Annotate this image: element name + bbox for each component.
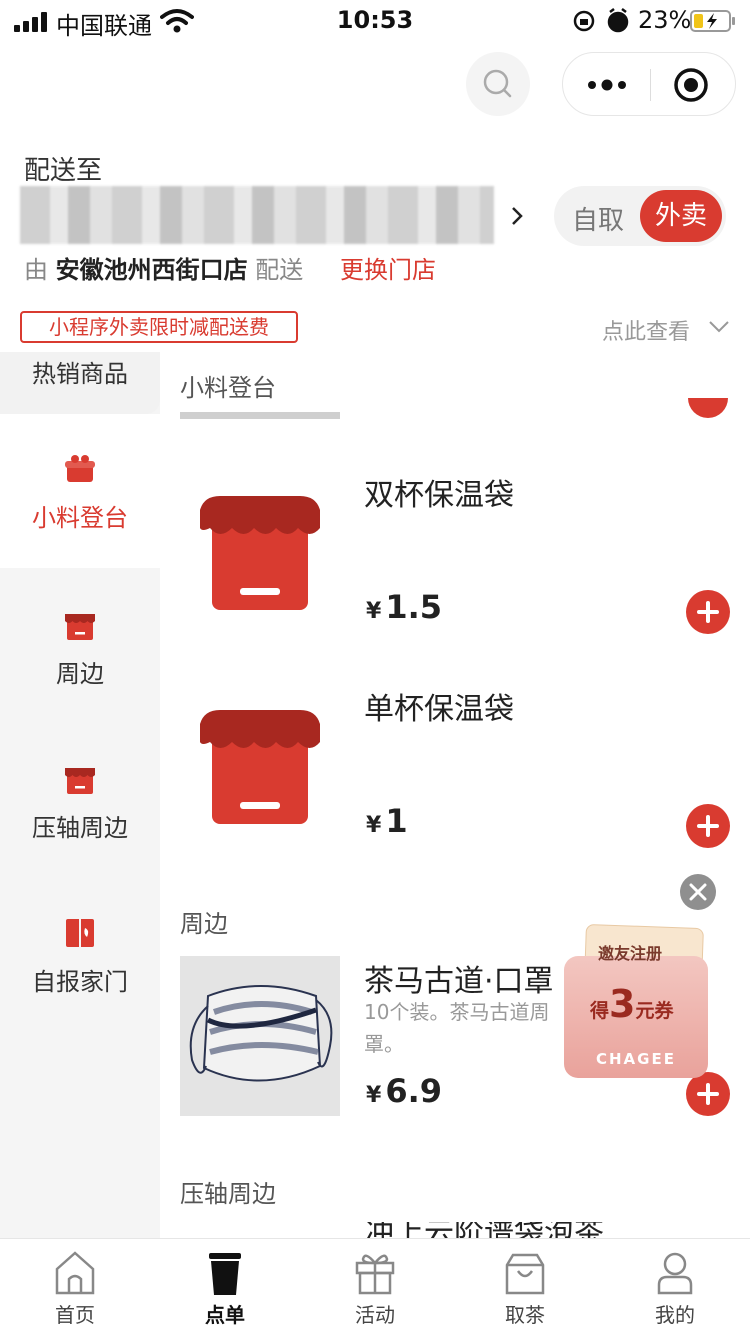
product-name-partial: 冲上云阶谱袋泡茶 bbox=[364, 1222, 614, 1238]
close-icon bbox=[689, 883, 707, 901]
home-icon bbox=[55, 1251, 95, 1295]
product-price: ¥6.9 bbox=[366, 1072, 442, 1110]
change-store-link[interactable]: 更换门店 bbox=[340, 250, 436, 285]
store-name: 安徽池州西街口店 bbox=[55, 256, 248, 284]
bag-icon bbox=[505, 1253, 545, 1295]
product-name[interactable]: 单杯保温袋 bbox=[364, 684, 514, 728]
store-prefix: 由 bbox=[24, 256, 48, 284]
shop-box-icon bbox=[65, 768, 95, 794]
view-more-link[interactable]: 点此查看 bbox=[602, 314, 690, 346]
shop-box-icon bbox=[65, 614, 95, 640]
close-miniprogram-icon[interactable] bbox=[673, 67, 709, 103]
tab-label: 活动 bbox=[355, 1303, 395, 1327]
miniprogram-capsule bbox=[562, 52, 736, 116]
gift-icon bbox=[355, 1254, 395, 1295]
chevron-down-icon[interactable] bbox=[708, 320, 730, 334]
tab-pickup[interactable]: 取茶 bbox=[450, 1239, 600, 1334]
tab-label: 首页 bbox=[55, 1303, 95, 1327]
sidebar-item-label: 压轴周边 bbox=[32, 814, 128, 842]
product-image-edge bbox=[180, 412, 340, 419]
brand-logo-text: CHAGEE bbox=[596, 1050, 676, 1068]
bottom-tab-bar: 首页 点单 活动 取茶 我的 bbox=[0, 1238, 750, 1334]
product-name[interactable]: 双杯保温袋 bbox=[364, 470, 514, 514]
currency-symbol: ¥ bbox=[366, 813, 382, 838]
tab-label: 我的 bbox=[655, 1303, 695, 1327]
tab-order[interactable]: 点单 bbox=[150, 1239, 300, 1334]
price-value: 1.5 bbox=[385, 588, 442, 626]
lock-alarm-icon bbox=[573, 8, 629, 33]
add-to-cart-button[interactable] bbox=[686, 590, 730, 634]
add-to-cart-button[interactable] bbox=[686, 804, 730, 848]
battery-icon bbox=[690, 10, 735, 32]
product-name[interactable]: 茶马古道·口罩 bbox=[364, 956, 554, 1000]
more-icon[interactable] bbox=[587, 77, 627, 93]
tab-label: 点单 bbox=[205, 1303, 245, 1327]
price-value: 1 bbox=[385, 802, 408, 840]
order-mode-toggle: 自取 外卖 bbox=[554, 186, 726, 246]
sidebar-item-about[interactable]: 自报家门 bbox=[0, 876, 160, 1030]
search-button[interactable] bbox=[466, 52, 530, 116]
product-price: ¥1.5 bbox=[366, 588, 442, 626]
product-price: ¥1 bbox=[366, 802, 408, 840]
store-suffix: 配送 bbox=[255, 256, 304, 284]
door-icon bbox=[66, 919, 94, 947]
close-popup-button[interactable] bbox=[680, 874, 716, 910]
sidebar-item-label: 小料登台 bbox=[32, 504, 128, 532]
coupon-title: 邀友注册 bbox=[598, 944, 663, 963]
store-info: 由 安徽池州西街口店 配送 bbox=[24, 250, 303, 285]
section-title: 周边 bbox=[180, 910, 228, 938]
cup-icon bbox=[209, 1253, 241, 1295]
coupon-amount: 得3元券 bbox=[590, 982, 674, 1026]
sidebar-item-toppings[interactable]: 小料登台 bbox=[0, 414, 160, 568]
tab-home[interactable]: 首页 bbox=[0, 1239, 150, 1334]
currency-symbol: ¥ bbox=[366, 599, 382, 624]
product-image[interactable] bbox=[180, 956, 340, 1116]
sidebar-item-label: 周边 bbox=[56, 660, 104, 688]
product-image[interactable] bbox=[180, 480, 340, 640]
section-title: 压轴周边 bbox=[180, 1180, 276, 1208]
price-value: 6.9 bbox=[385, 1072, 442, 1110]
tab-activity[interactable]: 活动 bbox=[300, 1239, 450, 1334]
status-bar: 中国联通 10:53 23% bbox=[0, 0, 750, 44]
gift-box-icon bbox=[65, 455, 95, 482]
product-image[interactable] bbox=[180, 694, 340, 854]
promo-tag: 小程序外卖限时减配送费 bbox=[20, 311, 298, 343]
sidebar-item-finale-merch[interactable]: 压轴周边 bbox=[0, 722, 160, 876]
sidebar-item-hot[interactable]: 热销商品 bbox=[0, 352, 160, 414]
search-icon bbox=[483, 69, 512, 98]
capsule-divider bbox=[650, 69, 651, 101]
sidebar-item-merch[interactable]: 周边 bbox=[0, 568, 160, 722]
mode-pickup-button[interactable]: 自取 bbox=[572, 200, 624, 237]
product-description: 10个装。茶马古道周罩。 bbox=[364, 1000, 550, 1056]
chevron-right-icon[interactable] bbox=[508, 204, 526, 228]
section-title: 小料登台 bbox=[180, 374, 276, 402]
mode-delivery-button[interactable]: 外卖 bbox=[640, 190, 722, 242]
battery-percent: 23% bbox=[638, 6, 692, 34]
invite-coupon-banner[interactable]: 邀友注册 得3元券 CHAGEE bbox=[562, 922, 710, 1080]
deliver-to-label: 配送至 bbox=[24, 156, 103, 186]
sidebar-item-label: 热销商品 bbox=[32, 360, 128, 388]
currency-symbol: ¥ bbox=[366, 1083, 382, 1108]
sidebar-item-label: 自报家门 bbox=[32, 968, 128, 996]
user-icon bbox=[657, 1252, 693, 1295]
add-button[interactable] bbox=[688, 398, 728, 418]
tab-profile[interactable]: 我的 bbox=[600, 1239, 750, 1334]
tab-label: 取茶 bbox=[505, 1303, 545, 1327]
category-sidebar: 热销商品 小料登台 周边 压轴周边 自报家门 bbox=[0, 352, 160, 1238]
address-blurred[interactable] bbox=[20, 186, 494, 244]
